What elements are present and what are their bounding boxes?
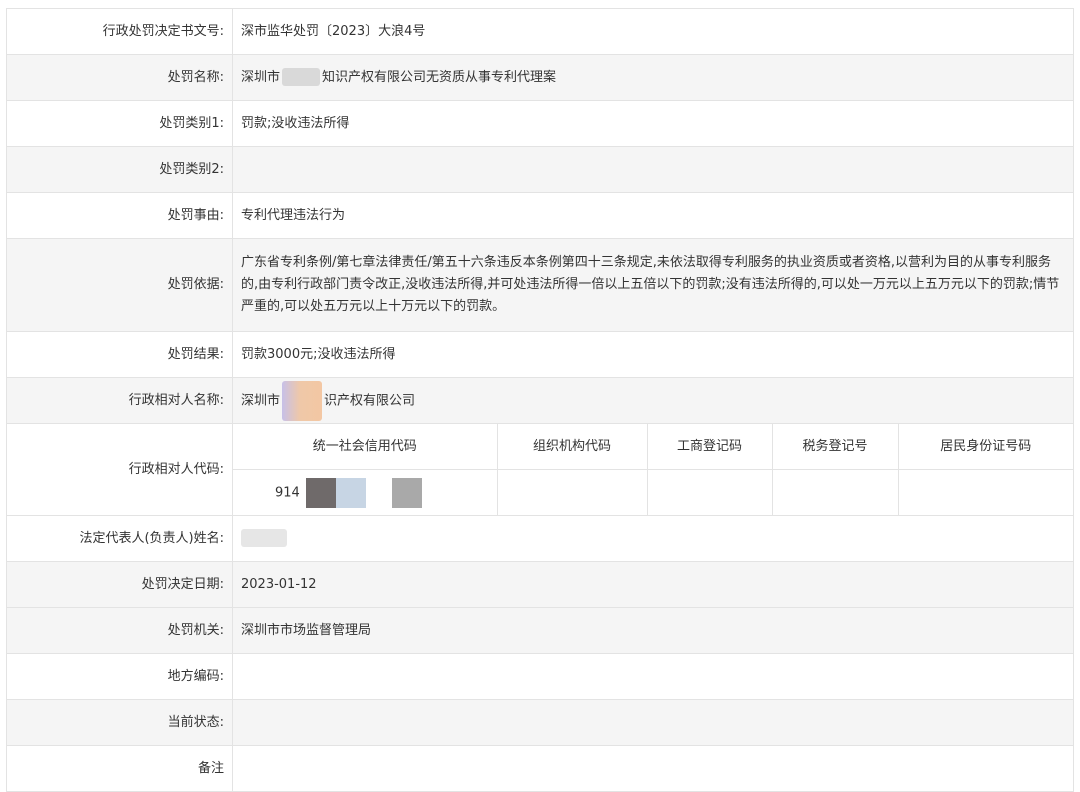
local-code-value bbox=[232, 653, 1074, 700]
party-name-suffix: 识产权有限公司 bbox=[324, 393, 416, 408]
credit-code-value: 914 bbox=[233, 469, 498, 515]
header-id-number: 居民身份证号码 bbox=[897, 424, 1073, 470]
row-basis: 处罚依据: 广东省专利条例/第七章法律责任/第五十六条违反本条例第四十三条规定,… bbox=[6, 238, 1074, 332]
code-value-row: 914 bbox=[233, 469, 1073, 515]
party-name-value: 深圳市 识产权有限公司 bbox=[232, 377, 1074, 424]
row-decision-no: 行政处罚决定书文号: 深市监华处罚〔2023〕大浪4号 bbox=[6, 8, 1074, 55]
redaction-blur bbox=[282, 380, 323, 421]
row-status: 当前状态: bbox=[6, 699, 1074, 746]
authority-value: 深圳市市场监督管理局 bbox=[232, 607, 1074, 654]
header-credit-code: 统一社会信用代码 bbox=[233, 424, 498, 470]
result-value: 罚款3000元;没收违法所得 bbox=[232, 331, 1074, 378]
result-label: 处罚结果: bbox=[6, 331, 233, 378]
case-name-suffix: 知识产权有限公司无资质从事专利代理案 bbox=[322, 69, 557, 85]
code-header-row: 统一社会信用代码 组织机构代码 工商登记码 税务登记号 居民身份证号码 bbox=[233, 424, 1073, 470]
tax-reg-value bbox=[771, 469, 899, 515]
header-org-code: 组织机构代码 bbox=[496, 424, 648, 470]
row-result: 处罚结果: 罚款3000元;没收违法所得 bbox=[6, 331, 1074, 378]
header-business-reg: 工商登记码 bbox=[646, 424, 773, 470]
party-code-cell: 统一社会信用代码 组织机构代码 工商登记码 税务登记号 居民身份证号码 914 bbox=[232, 423, 1074, 516]
row-case-name: 处罚名称: 深圳市 知识产权有限公司无资质从事专利代理案 bbox=[6, 54, 1074, 101]
case-name-prefix: 深圳市 bbox=[241, 69, 281, 85]
row-legal-rep: 法定代表人(负责人)姓名: bbox=[6, 515, 1074, 562]
category1-label: 处罚类别1: bbox=[6, 100, 233, 147]
row-category1: 处罚类别1: 罚款;没收违法所得 bbox=[6, 100, 1074, 147]
row-authority: 处罚机关: 深圳市市场监督管理局 bbox=[6, 607, 1074, 654]
decision-date-value: 2023-01-12 bbox=[232, 561, 1074, 608]
decision-no-label: 行政处罚决定书文号: bbox=[6, 8, 233, 55]
local-code-label: 地方编码: bbox=[6, 653, 233, 700]
redaction-blur bbox=[241, 529, 287, 547]
redaction-block bbox=[391, 477, 422, 508]
id-number-value bbox=[897, 469, 1073, 515]
basis-value: 广东省专利条例/第七章法律责任/第五十六条违反本条例第四十三条规定,未依法取得专… bbox=[232, 238, 1074, 332]
remark-value bbox=[232, 745, 1074, 792]
penalty-info-table: 行政处罚决定书文号: 深市监华处罚〔2023〕大浪4号 处罚名称: 深圳市 知识产… bbox=[6, 8, 1074, 792]
remark-label: 备注 bbox=[6, 745, 233, 792]
basis-label: 处罚依据: bbox=[6, 238, 233, 332]
party-name-prefix: 深圳市 bbox=[241, 393, 281, 408]
party-code-table: 统一社会信用代码 组织机构代码 工商登记码 税务登记号 居民身份证号码 914 bbox=[233, 424, 1073, 515]
case-name-label: 处罚名称: bbox=[6, 54, 233, 101]
org-code-value bbox=[496, 469, 648, 515]
authority-label: 处罚机关: bbox=[6, 607, 233, 654]
category1-value: 罚款;没收违法所得 bbox=[232, 100, 1074, 147]
category2-label: 处罚类别2: bbox=[6, 146, 233, 193]
redaction-blur bbox=[282, 68, 321, 86]
row-remark: 备注 bbox=[6, 745, 1074, 792]
legal-rep-value bbox=[232, 515, 1074, 562]
row-party-name: 行政相对人名称: 深圳市 识产权有限公司 bbox=[6, 377, 1074, 424]
decision-date-label: 处罚决定日期: bbox=[6, 561, 233, 608]
row-decision-date: 处罚决定日期: 2023-01-12 bbox=[6, 561, 1074, 608]
redaction-block bbox=[305, 477, 336, 508]
status-value bbox=[232, 699, 1074, 746]
credit-code-visible: 914 bbox=[275, 485, 300, 500]
case-name-value: 深圳市 知识产权有限公司无资质从事专利代理案 bbox=[232, 54, 1074, 101]
row-category2: 处罚类别2: bbox=[6, 146, 1074, 193]
row-party-code: 行政相对人代码: 统一社会信用代码 组织机构代码 工商登记码 税务登记号 居民身… bbox=[6, 423, 1074, 516]
decision-no-value: 深市监华处罚〔2023〕大浪4号 bbox=[232, 8, 1074, 55]
category2-value bbox=[232, 146, 1074, 193]
legal-rep-label: 法定代表人(负责人)姓名: bbox=[6, 515, 233, 562]
status-label: 当前状态: bbox=[6, 699, 233, 746]
reason-value: 专利代理违法行为 bbox=[232, 192, 1074, 239]
business-reg-value bbox=[646, 469, 773, 515]
party-code-label: 行政相对人代码: bbox=[6, 423, 233, 516]
row-reason: 处罚事由: 专利代理违法行为 bbox=[6, 192, 1074, 239]
header-tax-reg: 税务登记号 bbox=[771, 424, 899, 470]
row-local-code: 地方编码: bbox=[6, 653, 1074, 700]
reason-label: 处罚事由: bbox=[6, 192, 233, 239]
redaction-block bbox=[335, 477, 366, 508]
party-name-label: 行政相对人名称: bbox=[6, 377, 233, 424]
